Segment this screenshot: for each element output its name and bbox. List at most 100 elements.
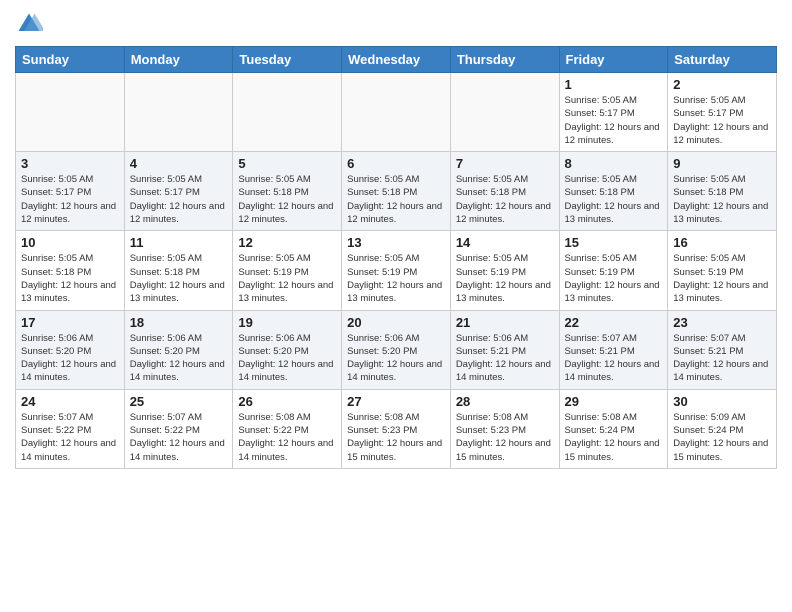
- day-number: 10: [21, 235, 119, 250]
- calendar-cell: 21 Sunrise: 5:06 AM Sunset: 5:21 PM Dayl…: [450, 310, 559, 389]
- calendar-cell: 25 Sunrise: 5:07 AM Sunset: 5:22 PM Dayl…: [124, 389, 233, 468]
- sunset-label: Sunset: 5:20 PM: [21, 346, 91, 357]
- sunset-label: Sunset: 5:17 PM: [565, 108, 635, 119]
- calendar-cell: 10 Sunrise: 5:05 AM Sunset: 5:18 PM Dayl…: [16, 231, 125, 310]
- calendar-cell: 4 Sunrise: 5:05 AM Sunset: 5:17 PM Dayli…: [124, 152, 233, 231]
- sunrise-label: Sunrise: 5:07 AM: [21, 412, 93, 423]
- daylight-label: Daylight: 12 hours and 14 minutes.: [21, 438, 116, 462]
- day-number: 17: [21, 315, 119, 330]
- calendar-row-2: 3 Sunrise: 5:05 AM Sunset: 5:17 PM Dayli…: [16, 152, 777, 231]
- sunrise-label: Sunrise: 5:05 AM: [21, 253, 93, 264]
- sunset-label: Sunset: 5:17 PM: [21, 187, 91, 198]
- calendar-cell: 20 Sunrise: 5:06 AM Sunset: 5:20 PM Dayl…: [342, 310, 451, 389]
- sunset-label: Sunset: 5:19 PM: [565, 267, 635, 278]
- daylight-label: Daylight: 12 hours and 13 minutes.: [347, 280, 442, 304]
- day-info: Sunrise: 5:05 AM Sunset: 5:19 PM Dayligh…: [565, 252, 663, 305]
- day-info: Sunrise: 5:08 AM Sunset: 5:23 PM Dayligh…: [347, 411, 445, 464]
- day-info: Sunrise: 5:09 AM Sunset: 5:24 PM Dayligh…: [673, 411, 771, 464]
- sunset-label: Sunset: 5:18 PM: [456, 187, 526, 198]
- sunset-label: Sunset: 5:18 PM: [238, 187, 308, 198]
- day-info: Sunrise: 5:05 AM Sunset: 5:19 PM Dayligh…: [456, 252, 554, 305]
- calendar-cell: 19 Sunrise: 5:06 AM Sunset: 5:20 PM Dayl…: [233, 310, 342, 389]
- calendar-cell: 28 Sunrise: 5:08 AM Sunset: 5:23 PM Dayl…: [450, 389, 559, 468]
- day-number: 29: [565, 394, 663, 409]
- sunset-label: Sunset: 5:22 PM: [238, 425, 308, 436]
- daylight-label: Daylight: 12 hours and 12 minutes.: [130, 201, 225, 225]
- sunrise-label: Sunrise: 5:06 AM: [238, 333, 310, 344]
- calendar-cell: 3 Sunrise: 5:05 AM Sunset: 5:17 PM Dayli…: [16, 152, 125, 231]
- sunset-label: Sunset: 5:24 PM: [565, 425, 635, 436]
- daylight-label: Daylight: 12 hours and 14 minutes.: [347, 359, 442, 383]
- calendar-cell: 26 Sunrise: 5:08 AM Sunset: 5:22 PM Dayl…: [233, 389, 342, 468]
- sunrise-label: Sunrise: 5:07 AM: [130, 412, 202, 423]
- calendar-cell: [124, 73, 233, 152]
- sunrise-label: Sunrise: 5:05 AM: [347, 174, 419, 185]
- sunset-label: Sunset: 5:19 PM: [238, 267, 308, 278]
- day-info: Sunrise: 5:08 AM Sunset: 5:22 PM Dayligh…: [238, 411, 336, 464]
- day-info: Sunrise: 5:05 AM Sunset: 5:17 PM Dayligh…: [565, 94, 663, 147]
- calendar-cell: 14 Sunrise: 5:05 AM Sunset: 5:19 PM Dayl…: [450, 231, 559, 310]
- weekday-header-saturday: Saturday: [668, 47, 777, 73]
- sunset-label: Sunset: 5:20 PM: [238, 346, 308, 357]
- calendar-cell: 23 Sunrise: 5:07 AM Sunset: 5:21 PM Dayl…: [668, 310, 777, 389]
- sunset-label: Sunset: 5:22 PM: [21, 425, 91, 436]
- calendar-row-4: 17 Sunrise: 5:06 AM Sunset: 5:20 PM Dayl…: [16, 310, 777, 389]
- sunrise-label: Sunrise: 5:05 AM: [673, 95, 745, 106]
- calendar-cell: 24 Sunrise: 5:07 AM Sunset: 5:22 PM Dayl…: [16, 389, 125, 468]
- calendar-row-3: 10 Sunrise: 5:05 AM Sunset: 5:18 PM Dayl…: [16, 231, 777, 310]
- daylight-label: Daylight: 12 hours and 14 minutes.: [130, 359, 225, 383]
- daylight-label: Daylight: 12 hours and 14 minutes.: [565, 359, 660, 383]
- daylight-label: Daylight: 12 hours and 13 minutes.: [673, 280, 768, 304]
- day-info: Sunrise: 5:05 AM Sunset: 5:17 PM Dayligh…: [21, 173, 119, 226]
- daylight-label: Daylight: 12 hours and 15 minutes.: [456, 438, 551, 462]
- daylight-label: Daylight: 12 hours and 12 minutes.: [347, 201, 442, 225]
- sunset-label: Sunset: 5:23 PM: [456, 425, 526, 436]
- daylight-label: Daylight: 12 hours and 12 minutes.: [21, 201, 116, 225]
- calendar-cell: 9 Sunrise: 5:05 AM Sunset: 5:18 PM Dayli…: [668, 152, 777, 231]
- daylight-label: Daylight: 12 hours and 12 minutes.: [238, 201, 333, 225]
- weekday-header-wednesday: Wednesday: [342, 47, 451, 73]
- day-info: Sunrise: 5:05 AM Sunset: 5:18 PM Dayligh…: [130, 252, 228, 305]
- day-info: Sunrise: 5:07 AM Sunset: 5:21 PM Dayligh…: [673, 332, 771, 385]
- daylight-label: Daylight: 12 hours and 12 minutes.: [673, 122, 768, 146]
- sunrise-label: Sunrise: 5:05 AM: [130, 174, 202, 185]
- sunrise-label: Sunrise: 5:05 AM: [238, 174, 310, 185]
- calendar-cell: 13 Sunrise: 5:05 AM Sunset: 5:19 PM Dayl…: [342, 231, 451, 310]
- day-info: Sunrise: 5:05 AM Sunset: 5:18 PM Dayligh…: [565, 173, 663, 226]
- sunrise-label: Sunrise: 5:05 AM: [673, 253, 745, 264]
- sunrise-label: Sunrise: 5:09 AM: [673, 412, 745, 423]
- calendar-cell: [342, 73, 451, 152]
- sunset-label: Sunset: 5:21 PM: [456, 346, 526, 357]
- day-number: 15: [565, 235, 663, 250]
- day-number: 13: [347, 235, 445, 250]
- day-number: 9: [673, 156, 771, 171]
- calendar-cell: [450, 73, 559, 152]
- calendar-row-1: 1 Sunrise: 5:05 AM Sunset: 5:17 PM Dayli…: [16, 73, 777, 152]
- sunrise-label: Sunrise: 5:05 AM: [456, 253, 528, 264]
- calendar-cell: 17 Sunrise: 5:06 AM Sunset: 5:20 PM Dayl…: [16, 310, 125, 389]
- weekday-header-row: SundayMondayTuesdayWednesdayThursdayFrid…: [16, 47, 777, 73]
- daylight-label: Daylight: 12 hours and 12 minutes.: [456, 201, 551, 225]
- weekday-header-friday: Friday: [559, 47, 668, 73]
- sunrise-label: Sunrise: 5:08 AM: [238, 412, 310, 423]
- sunrise-label: Sunrise: 5:05 AM: [565, 253, 637, 264]
- calendar-cell: 27 Sunrise: 5:08 AM Sunset: 5:23 PM Dayl…: [342, 389, 451, 468]
- calendar-cell: 16 Sunrise: 5:05 AM Sunset: 5:19 PM Dayl…: [668, 231, 777, 310]
- day-info: Sunrise: 5:08 AM Sunset: 5:24 PM Dayligh…: [565, 411, 663, 464]
- sunset-label: Sunset: 5:24 PM: [673, 425, 743, 436]
- day-number: 20: [347, 315, 445, 330]
- daylight-label: Daylight: 12 hours and 13 minutes.: [565, 280, 660, 304]
- sunset-label: Sunset: 5:20 PM: [130, 346, 200, 357]
- day-info: Sunrise: 5:05 AM Sunset: 5:17 PM Dayligh…: [130, 173, 228, 226]
- daylight-label: Daylight: 12 hours and 14 minutes.: [238, 359, 333, 383]
- day-info: Sunrise: 5:05 AM Sunset: 5:18 PM Dayligh…: [238, 173, 336, 226]
- sunrise-label: Sunrise: 5:07 AM: [673, 333, 745, 344]
- sunset-label: Sunset: 5:17 PM: [130, 187, 200, 198]
- sunrise-label: Sunrise: 5:05 AM: [673, 174, 745, 185]
- day-info: Sunrise: 5:05 AM Sunset: 5:18 PM Dayligh…: [21, 252, 119, 305]
- sunrise-label: Sunrise: 5:08 AM: [347, 412, 419, 423]
- day-number: 6: [347, 156, 445, 171]
- day-number: 2: [673, 77, 771, 92]
- day-info: Sunrise: 5:05 AM Sunset: 5:18 PM Dayligh…: [673, 173, 771, 226]
- calendar-cell: 1 Sunrise: 5:05 AM Sunset: 5:17 PM Dayli…: [559, 73, 668, 152]
